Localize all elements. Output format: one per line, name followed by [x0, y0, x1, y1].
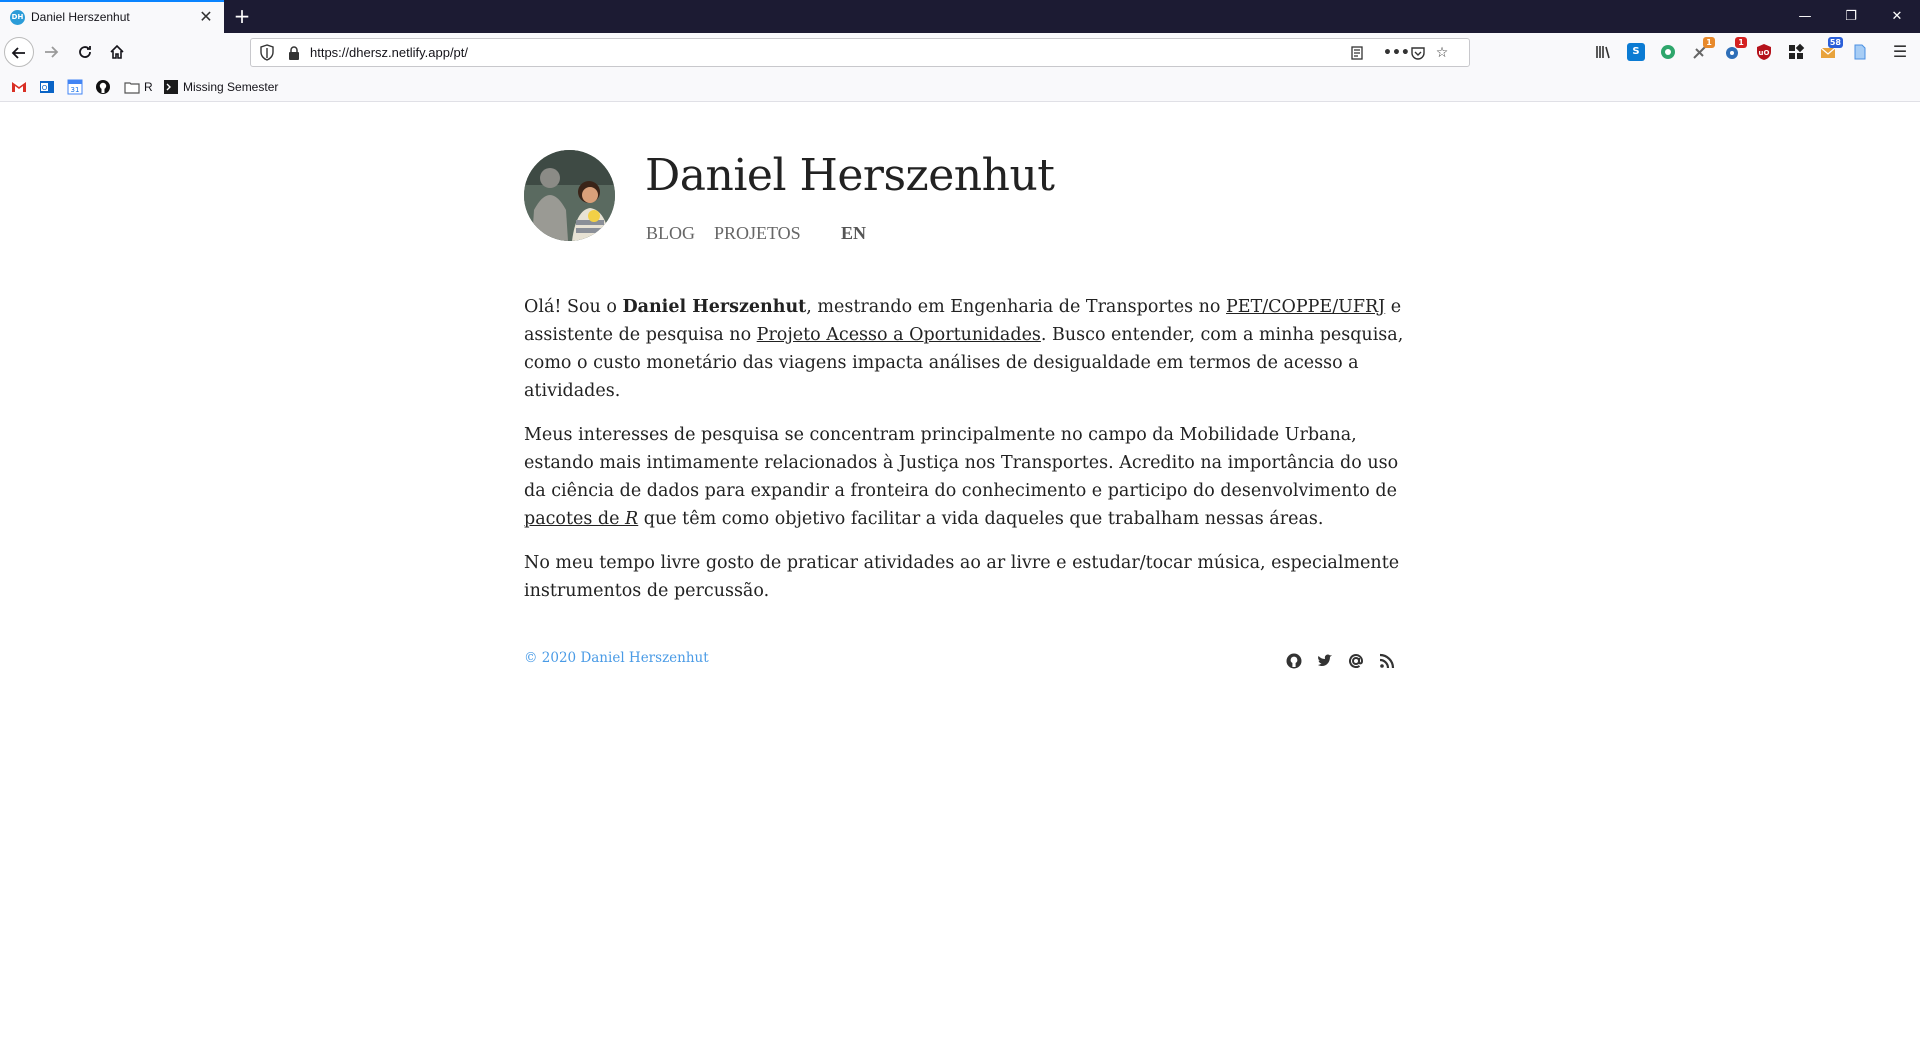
navigation-toolbar: https://dhersz.netlify.app/pt/ ••• ☆ S 1… [0, 33, 1920, 72]
gear-extension-icon[interactable]: 1 [1723, 37, 1747, 61]
ublock-icon[interactable]: uO [1755, 43, 1773, 61]
lock-icon[interactable] [287, 46, 301, 60]
pocket-icon[interactable] [1407, 42, 1429, 64]
r-packages-link[interactable]: pacotes de R [524, 509, 638, 529]
paragraph-text: Olá! Sou o [524, 297, 623, 317]
home-icon [110, 44, 124, 59]
bio-paragraph-2: Meus interesses de pesquisa se concentra… [524, 421, 1404, 533]
new-tab-button[interactable]: + [230, 4, 254, 28]
green-extension-icon[interactable] [1659, 43, 1677, 61]
bookmark-missing-semester[interactable]: Missing Semester [163, 78, 278, 96]
doc-extension-icon[interactable] [1851, 43, 1869, 61]
url-bar[interactable]: https://dhersz.netlify.app/pt/ ••• ☆ [250, 38, 1470, 67]
paragraph-text: , mestrando em Engenharia de Transportes… [806, 297, 1227, 317]
hamburger-menu-icon[interactable]: ☰ [1891, 43, 1909, 61]
gmail-icon [12, 82, 26, 92]
github-icon [96, 80, 110, 94]
extension-badge: 1 [1735, 37, 1747, 48]
pet-coppe-link[interactable]: PET/COPPE/UFRJ [1226, 297, 1385, 317]
footer-copyright: © 2020 Daniel Herszenhut [524, 650, 709, 666]
tracking-shield-icon[interactable] [259, 44, 275, 62]
outlook-icon: O [40, 81, 54, 93]
terminal-icon [164, 80, 178, 94]
url-text[interactable]: https://dhersz.netlify.app/pt/ [310, 45, 468, 60]
reader-view-icon[interactable] [1346, 42, 1368, 64]
bookmark-calendar[interactable]: 31 [67, 78, 87, 96]
apps-extension-icon[interactable] [1787, 43, 1805, 61]
link-text: pacotes de [524, 509, 626, 529]
bookmark-folder-r[interactable]: R [124, 78, 153, 96]
acesso-oportunidades-link[interactable]: Projeto Acesso a Oportunidades [757, 325, 1041, 345]
svg-text:O: O [42, 84, 48, 92]
back-button[interactable] [4, 37, 34, 67]
page-content: Daniel Herszenhut BLOG PROJETOS EN Olá! … [0, 102, 1920, 1040]
extension-badge: 1 [1703, 37, 1715, 48]
bookmarks-toolbar: O 31 R Missing Semester [0, 72, 1920, 102]
page-actions-icon[interactable]: ••• [1383, 42, 1410, 64]
reload-icon [79, 46, 91, 58]
bio-content: Olá! Sou o Daniel Herszenhut, mestrando … [524, 293, 1404, 621]
site-favicon-icon: DH [10, 10, 25, 25]
close-tab-icon[interactable]: ✕ [196, 7, 216, 27]
bookmark-star-icon[interactable]: ☆ [1431, 42, 1453, 64]
nav-link-projects[interactable]: PROJETOS [714, 223, 801, 244]
library-icon[interactable] [1594, 43, 1612, 61]
home-button[interactable] [102, 37, 132, 67]
rss-icon[interactable] [1377, 651, 1397, 671]
bookmark-folder-label: R [144, 80, 153, 94]
author-name: Daniel Herszenhut [622, 297, 807, 317]
reload-button[interactable] [70, 37, 100, 67]
twitter-icon[interactable] [1315, 651, 1335, 671]
s-extension-icon[interactable]: S [1627, 43, 1645, 61]
github-icon[interactable] [1284, 651, 1304, 671]
bookmark-gmail[interactable] [11, 78, 31, 96]
active-tab[interactable]: DH Daniel Herszenhut ✕ [0, 0, 224, 33]
tab-title: Daniel Herszenhut [31, 10, 130, 24]
satellite-extension-icon[interactable]: 1 [1691, 37, 1715, 61]
paragraph-text: que têm como objetivo facilitar a vida d… [638, 509, 1324, 529]
restore-button[interactable]: ❐ [1828, 0, 1874, 33]
back-arrow-icon [11, 47, 25, 59]
google-calendar-icon: 31 [67, 79, 83, 95]
forward-arrow-icon [45, 46, 59, 58]
folder-icon [124, 82, 140, 94]
minimize-button[interactable]: — [1782, 0, 1828, 33]
page-title[interactable]: Daniel Herszenhut [645, 150, 1055, 201]
bio-paragraph-1: Olá! Sou o Daniel Herszenhut, mestrando … [524, 293, 1404, 405]
forward-button[interactable] [36, 37, 66, 67]
link-text-emphasis: R [625, 509, 639, 529]
bookmark-github[interactable] [95, 78, 115, 96]
bookmark-label: Missing Semester [183, 80, 279, 94]
extension-badge: 58 [1827, 37, 1843, 48]
svg-text:31: 31 [71, 86, 80, 94]
paragraph-text: Meus interesses de pesquisa se concentra… [524, 425, 1399, 501]
avatar [524, 150, 615, 241]
tab-strip: DH Daniel Herszenhut ✕ + — ❐ ✕ [0, 0, 1920, 33]
language-switch-link[interactable]: EN [841, 223, 866, 244]
close-window-button[interactable]: ✕ [1874, 0, 1920, 33]
email-at-icon[interactable] [1346, 651, 1366, 671]
nav-link-blog[interactable]: BLOG [646, 223, 695, 244]
bio-paragraph-3: No meu tempo livre gosto de praticar ati… [524, 553, 1400, 601]
bookmark-outlook[interactable]: O [39, 78, 59, 96]
svg-text:uO: uO [1759, 49, 1770, 57]
mail-extension-icon[interactable]: 58 [1819, 37, 1843, 61]
